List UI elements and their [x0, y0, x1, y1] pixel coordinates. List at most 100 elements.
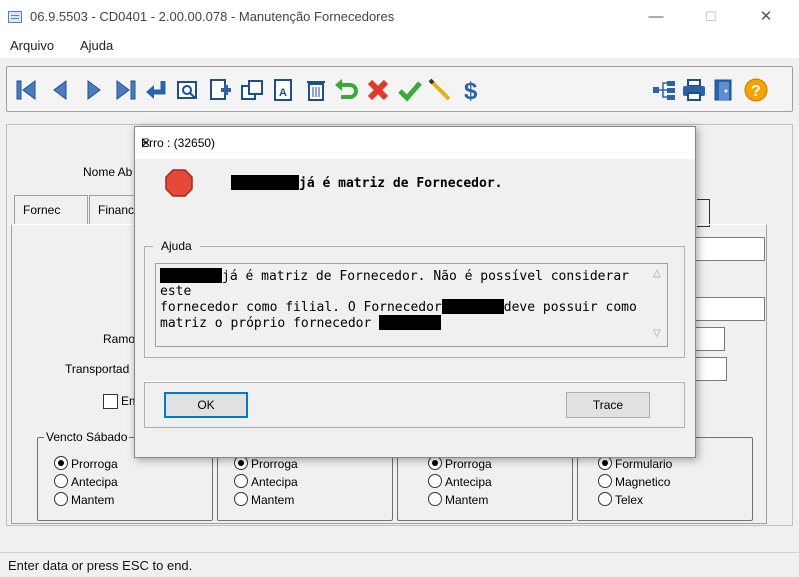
- new-icon: [210, 79, 231, 100]
- toolbar: A $ ?: [0, 58, 799, 118]
- help-scrollbar[interactable]: △ ▽: [649, 264, 667, 346]
- stop-icon: [165, 169, 193, 197]
- radio-dot: [428, 456, 442, 470]
- previous-icon: [53, 80, 67, 100]
- transportador-field[interactable]: [693, 357, 727, 381]
- radio-label: Antecipa: [251, 475, 298, 489]
- tree-view-button[interactable]: [651, 77, 677, 103]
- help-text: já é matriz de Fornecedor. Não é possíve…: [160, 268, 645, 331]
- undo-icon: [335, 79, 358, 99]
- radio-prorroga-2[interactable]: Prorroga: [234, 456, 298, 472]
- confirm-button[interactable]: [397, 77, 423, 103]
- radio-dot: [598, 456, 612, 470]
- close-button[interactable]: ✕: [743, 0, 789, 34]
- trace-button[interactable]: Trace: [566, 392, 650, 418]
- cancel-icon: [367, 79, 389, 101]
- scroll-down-icon[interactable]: ▽: [653, 328, 661, 339]
- window-title: 06.9.5503 - CD0401 - 2.00.00.078 - Manut…: [30, 9, 395, 24]
- edit-record-button[interactable]: A: [271, 77, 297, 103]
- dialog-button-bar: OK Trace: [144, 381, 685, 428]
- tab-fornec[interactable]: Fornec: [14, 195, 88, 225]
- tab-edge: [697, 199, 710, 227]
- undo-button[interactable]: [333, 77, 359, 103]
- radio-mantem-1[interactable]: Mantem: [54, 492, 114, 508]
- radio-telex[interactable]: Telex: [598, 492, 643, 508]
- svg-text:A: A: [279, 87, 287, 99]
- goto-button[interactable]: [143, 77, 169, 103]
- vencto-sabado-title: Vencto Sábado: [44, 430, 130, 444]
- dialog-close-button[interactable]: ✕: [141, 136, 687, 150]
- radio-mantem-3[interactable]: Mantem: [428, 492, 488, 508]
- radio-prorroga-3[interactable]: Prorroga: [428, 456, 492, 472]
- field-right-1[interactable]: [693, 237, 765, 261]
- tab-financ-label: Financ: [98, 203, 135, 217]
- help-textbox[interactable]: já é matriz de Fornecedor. Não é possíve…: [155, 263, 668, 347]
- radio-dot: [234, 492, 248, 506]
- pencil-button[interactable]: [427, 77, 453, 103]
- help-button[interactable]: ?: [743, 77, 769, 103]
- redacted-block: [231, 175, 299, 190]
- radio-prorroga-1[interactable]: Prorroga: [54, 456, 118, 472]
- exit-icon: [714, 79, 732, 101]
- status-bar: Enter data or press ESC to end.: [0, 552, 799, 577]
- radio-mantem-2[interactable]: Mantem: [234, 492, 294, 508]
- radio-label: Magnetico: [615, 475, 671, 489]
- search-icon: [177, 81, 197, 99]
- radio-dot: [428, 492, 442, 506]
- edit-icon: A: [274, 79, 292, 101]
- toolbar-frame: A $ ?: [6, 66, 793, 112]
- previous-record-button[interactable]: [47, 77, 73, 103]
- radio-dot: [234, 474, 248, 488]
- app-icon: [8, 11, 22, 23]
- radio-antecipa-3[interactable]: Antecipa: [428, 474, 492, 490]
- help-icon: ?: [744, 78, 768, 102]
- goto-icon: [146, 81, 166, 99]
- exit-button[interactable]: [711, 77, 737, 103]
- print-icon: [683, 79, 705, 101]
- em-checkbox[interactable]: [103, 394, 118, 409]
- nome-abrev-label: Nome Ab: [83, 165, 133, 179]
- ok-button-label: OK: [197, 398, 215, 412]
- radio-dot: [54, 456, 68, 470]
- radio-antecipa-1[interactable]: Antecipa: [54, 474, 118, 490]
- radio-antecipa-2[interactable]: Antecipa: [234, 474, 298, 490]
- radio-dot: [428, 474, 442, 488]
- search-button[interactable]: [175, 77, 201, 103]
- menu-ajuda[interactable]: Ajuda: [80, 38, 113, 53]
- radio-dot: [598, 474, 612, 488]
- radio-dot: [234, 456, 248, 470]
- next-record-button[interactable]: [81, 77, 107, 103]
- new-record-button[interactable]: [207, 77, 233, 103]
- delete-record-button[interactable]: [303, 77, 329, 103]
- main-window: 06.9.5503 - CD0401 - 2.00.00.078 - Manut…: [0, 0, 799, 577]
- copy-record-button[interactable]: [239, 77, 265, 103]
- field-right-2[interactable]: [693, 297, 765, 321]
- radio-dot: [54, 474, 68, 488]
- dialog-title-bar: Erro : (32650) ✕: [135, 127, 695, 159]
- title-bar: 06.9.5503 - CD0401 - 2.00.00.078 - Manut…: [0, 0, 799, 34]
- radio-formulario[interactable]: Formulario: [598, 456, 672, 472]
- maximize-button[interactable]: ☐: [688, 0, 734, 34]
- help-group-title: Ajuda: [153, 239, 200, 253]
- radio-label: Mantem: [445, 493, 489, 507]
- minimize-button[interactable]: —: [633, 0, 679, 34]
- radio-dot: [54, 492, 68, 506]
- print-button[interactable]: [681, 77, 707, 103]
- radio-magnetico[interactable]: Magnetico: [598, 474, 670, 490]
- last-icon: [116, 80, 136, 100]
- help-line-1: já é matriz de Fornecedor. Não é possíve…: [160, 269, 629, 299]
- cancel-button[interactable]: [365, 77, 391, 103]
- radio-label: Telex: [615, 493, 644, 507]
- ramo-field[interactable]: [693, 327, 725, 351]
- help-label: ?: [751, 83, 761, 100]
- redacted-block: [160, 268, 222, 283]
- ok-button[interactable]: OK: [164, 392, 248, 418]
- menu-arquivo[interactable]: Arquivo: [10, 38, 54, 53]
- scroll-up-icon[interactable]: △: [653, 268, 661, 279]
- last-record-button[interactable]: [113, 77, 139, 103]
- first-record-button[interactable]: [13, 77, 39, 103]
- radio-dot: [598, 492, 612, 506]
- currency-button[interactable]: $: [459, 77, 485, 105]
- tree-icon: [653, 81, 675, 100]
- status-text: Enter data or press ESC to end.: [8, 558, 193, 573]
